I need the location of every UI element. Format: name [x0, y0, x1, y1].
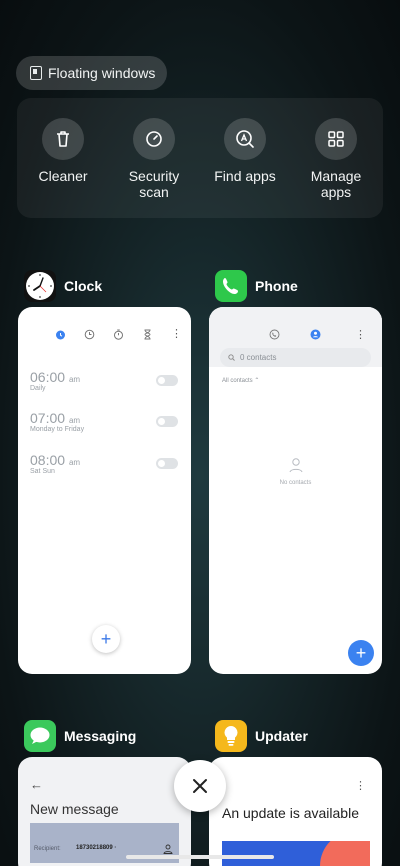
cleaner-label: Cleaner	[38, 168, 88, 184]
empty-contacts: No contacts	[209, 457, 382, 486]
contacts-filter-label: All contacts	[222, 378, 253, 384]
messaging-app-name: Messaging	[64, 728, 137, 744]
trash-icon	[42, 118, 84, 160]
add-contact-button[interactable]: +	[348, 640, 374, 666]
alarm-repeat: Sat Sun	[30, 468, 55, 475]
floating-windows-label: Floating windows	[48, 65, 156, 81]
add-alarm-button[interactable]: +	[92, 625, 120, 653]
cleaner-button[interactable]: Cleaner	[18, 118, 108, 184]
alarm-time: 06:00	[30, 369, 66, 385]
alarm-time: 07:00	[30, 410, 66, 426]
back-arrow-icon[interactable]: ←	[30, 777, 43, 792]
contacts-icon[interactable]	[310, 329, 321, 340]
alarm-period: am	[68, 416, 81, 425]
alarm-row[interactable]: 08:00 am Sat Sun	[30, 452, 190, 475]
find-apps-button[interactable]: Find apps	[200, 118, 290, 184]
contact-picker-icon[interactable]	[163, 844, 173, 854]
recipient-value: 18730218809 ·	[76, 845, 117, 851]
contacts-filter[interactable]: All contacts ⌃	[222, 377, 259, 384]
alarm-toggle[interactable]	[156, 458, 178, 469]
updater-app-header[interactable]: Updater	[215, 720, 308, 752]
stopwatch-icon[interactable]	[113, 329, 124, 340]
chevron-updown-icon: ⌃	[254, 378, 260, 384]
grid-icon	[315, 118, 357, 160]
phone-app-header[interactable]: Phone	[215, 270, 298, 302]
updater-app-icon	[215, 720, 247, 752]
updater-app-card[interactable]: ⋮ An update is available	[209, 757, 382, 866]
person-icon	[289, 458, 302, 473]
messaging-app-header[interactable]: Messaging	[24, 720, 136, 752]
timer-icon[interactable]	[142, 329, 153, 340]
contacts-search-input[interactable]: 0 contacts	[220, 348, 371, 367]
call-log-icon[interactable]	[269, 329, 280, 340]
update-headline: An update is available	[222, 805, 359, 821]
search-icon	[228, 354, 235, 361]
floating-window-icon	[30, 66, 42, 80]
world-clock-icon[interactable]	[84, 329, 95, 340]
alarm-toggle[interactable]	[156, 416, 178, 427]
security-scan-button[interactable]: Security scan	[109, 118, 199, 200]
home-indicator[interactable]	[126, 855, 274, 859]
manage-apps-button[interactable]: Manage apps	[291, 118, 381, 200]
quick-actions-panel: Cleaner Security scan Find apps Manage a…	[17, 98, 383, 218]
alarm-period: am	[68, 375, 81, 384]
clock-app-header[interactable]: Clock	[24, 270, 102, 302]
phone-app-icon	[215, 270, 247, 302]
alarm-toggle[interactable]	[156, 375, 178, 386]
security-scan-label: Security scan	[128, 168, 180, 200]
clear-all-button[interactable]	[174, 760, 226, 812]
find-apps-label: Find apps	[214, 168, 276, 184]
plus-icon: +	[355, 642, 367, 663]
find-apps-icon	[224, 118, 266, 160]
more-options-icon[interactable]: ⋮	[355, 779, 366, 792]
messaging-app-card[interactable]: ← New message Recipient: 18730218809 ·	[18, 757, 191, 866]
phone-app-name: Phone	[255, 278, 298, 294]
close-icon	[193, 779, 207, 793]
clock-app-icon	[24, 270, 56, 302]
phone-tabs	[269, 329, 321, 340]
search-placeholder: 0 contacts	[240, 353, 277, 362]
floating-windows-button[interactable]: Floating windows	[16, 56, 167, 90]
security-scan-icon	[133, 118, 175, 160]
updater-app-name: Updater	[255, 728, 308, 744]
alarm-repeat: Monday to Friday	[30, 426, 85, 433]
plus-icon: +	[100, 628, 112, 649]
new-message-title: New message	[30, 801, 119, 817]
alarm-icon[interactable]	[55, 329, 66, 340]
more-options-icon[interactable]: ⋮	[355, 328, 366, 341]
manage-apps-label: Manage apps	[310, 168, 362, 200]
update-banner	[222, 841, 370, 866]
no-contacts-text: No contacts	[279, 480, 312, 486]
alarm-time: 08:00	[30, 452, 66, 468]
alarm-period: am	[68, 458, 81, 467]
messaging-app-icon	[24, 720, 56, 752]
clock-app-card[interactable]: ⋮ 06:00 am Daily 07:00 am Monday to Frid…	[18, 307, 191, 674]
recipient-label: Recipient:	[34, 846, 61, 852]
more-options-icon[interactable]: ⋮	[171, 329, 182, 340]
alarm-row[interactable]: 06:00 am Daily	[30, 369, 190, 392]
alarm-repeat: Daily	[30, 385, 46, 392]
phone-app-card[interactable]: ⋮ 0 contacts All contacts ⌃ No contacts …	[209, 307, 382, 674]
alarm-row[interactable]: 07:00 am Monday to Friday	[30, 410, 190, 433]
clock-tabs: ⋮	[55, 329, 182, 340]
clock-app-name: Clock	[64, 278, 103, 294]
